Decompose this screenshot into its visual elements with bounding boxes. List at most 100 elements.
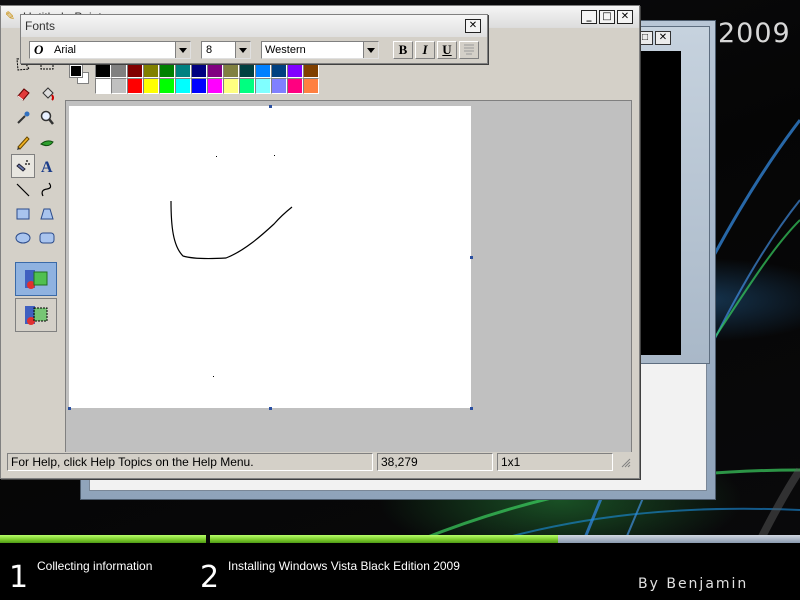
airbrush-tool[interactable] xyxy=(11,154,35,178)
step2-label: Installing Windows Vista Black Edition 2… xyxy=(228,559,460,573)
text-a-icon: A xyxy=(41,159,53,175)
font-size-dropdown[interactable]: 8 xyxy=(201,41,251,59)
step2-progress-bar xyxy=(210,535,800,543)
paint-bucket-icon xyxy=(42,87,54,101)
background-console-window[interactable]: □ ✕ xyxy=(632,26,710,364)
pencil-icon xyxy=(17,136,30,150)
ellipse-tool[interactable] xyxy=(11,226,35,250)
palette-swatch[interactable] xyxy=(271,78,287,94)
palette-swatch[interactable] xyxy=(223,78,239,94)
pencil-tool[interactable] xyxy=(11,130,35,154)
palette-swatch[interactable] xyxy=(223,62,239,78)
bold-button[interactable]: B xyxy=(393,41,413,59)
palette-swatch[interactable] xyxy=(143,78,159,94)
palette-swatch[interactable] xyxy=(271,62,287,78)
status-selection-size: 1x1 xyxy=(497,453,613,471)
resize-grip-icon[interactable] xyxy=(619,456,631,468)
close-icon[interactable]: ✕ xyxy=(655,31,671,45)
palette-swatch[interactable] xyxy=(127,78,143,94)
palette-swatch[interactable] xyxy=(111,62,127,78)
resize-handle[interactable] xyxy=(269,407,272,410)
status-coordinates: 38,279 xyxy=(377,453,493,471)
palette-swatch[interactable] xyxy=(207,62,223,78)
eraser-tool[interactable] xyxy=(11,82,35,106)
polygon-tool[interactable] xyxy=(35,202,59,226)
palette-swatch[interactable] xyxy=(287,62,303,78)
chevron-down-icon[interactable] xyxy=(363,42,378,58)
palette-swatch[interactable] xyxy=(239,62,255,78)
rounded-rectangle-tool[interactable] xyxy=(35,226,59,250)
fonts-close-button[interactable]: ✕ xyxy=(465,19,481,33)
close-icon: ✕ xyxy=(620,11,630,22)
pick-color-tool[interactable] xyxy=(11,106,35,130)
line-icon xyxy=(16,183,30,197)
text-tool[interactable]: A xyxy=(35,154,59,178)
magnifier-icon xyxy=(40,110,54,125)
console-body xyxy=(639,51,681,355)
shapes-opaque-icon xyxy=(25,270,48,289)
vertical-text-button[interactable] xyxy=(459,41,479,59)
canvas-scroll-area[interactable] xyxy=(65,100,632,453)
fonts-toolbar[interactable]: Fonts ✕ O Arial 8 Western B I U xyxy=(20,14,488,64)
resize-handle[interactable] xyxy=(470,256,473,259)
palette-swatch[interactable] xyxy=(111,78,127,94)
palette-swatches xyxy=(95,62,319,94)
drawing-canvas[interactable] xyxy=(69,106,471,408)
font-name-dropdown[interactable]: O Arial xyxy=(29,41,191,59)
palette-swatch[interactable] xyxy=(255,78,271,94)
status-bar: For Help, click Help Topics on the Help … xyxy=(7,452,633,472)
palette-swatch[interactable] xyxy=(239,78,255,94)
paint-window[interactable]: ✎ Untitled - Paint _ □ ✕ xyxy=(0,5,640,479)
chevron-down-icon[interactable] xyxy=(235,42,250,58)
palette-swatch[interactable] xyxy=(175,78,191,94)
brush-icon xyxy=(40,140,54,147)
palette-swatch[interactable] xyxy=(191,78,207,94)
palette-swatch[interactable] xyxy=(207,78,223,94)
fill-tool[interactable] xyxy=(35,82,59,106)
airbrush-icon xyxy=(16,160,30,172)
step1-progress-bar xyxy=(0,535,206,543)
palette-swatch[interactable] xyxy=(191,62,207,78)
brush-tool[interactable] xyxy=(35,130,59,154)
palette-swatch[interactable] xyxy=(287,78,303,94)
author-credit: By Benjamin xyxy=(638,576,749,592)
curve-icon xyxy=(41,182,52,197)
palette-swatch[interactable] xyxy=(303,78,319,94)
italic-button[interactable]: I xyxy=(415,41,435,59)
step1-label: Collecting information xyxy=(37,559,153,573)
resize-handle[interactable] xyxy=(269,105,272,108)
palette-swatch[interactable] xyxy=(175,62,191,78)
close-button[interactable]: ✕ xyxy=(617,10,633,24)
palette-swatch[interactable] xyxy=(95,78,111,94)
palette-swatch[interactable] xyxy=(303,62,319,78)
opaque-background-option[interactable] xyxy=(15,262,57,296)
curve-tool[interactable] xyxy=(35,178,59,202)
current-colors[interactable] xyxy=(67,62,93,92)
status-help-text: For Help, click Help Topics on the Help … xyxy=(7,453,373,471)
palette-swatch[interactable] xyxy=(127,62,143,78)
palette-swatch[interactable] xyxy=(159,62,175,78)
palette-swatch[interactable] xyxy=(143,62,159,78)
minimize-button[interactable]: _ xyxy=(581,10,597,24)
fonts-titlebar[interactable]: Fonts ✕ xyxy=(21,15,487,37)
rectangle-tool[interactable] xyxy=(11,202,35,226)
toolbox: A xyxy=(7,52,63,448)
palette-swatch[interactable] xyxy=(159,78,175,94)
rounded-rectangle-icon xyxy=(39,232,55,244)
transparent-background-option[interactable] xyxy=(15,298,57,332)
chevron-down-icon[interactable] xyxy=(175,42,190,58)
palette-swatch[interactable] xyxy=(95,62,111,78)
resize-handle[interactable] xyxy=(68,407,71,410)
font-script-value: Western xyxy=(265,44,306,56)
underline-button[interactable]: U xyxy=(437,41,457,59)
maximize-button[interactable]: □ xyxy=(599,10,615,24)
resize-handle[interactable] xyxy=(470,407,473,410)
minimize-icon: _ xyxy=(586,11,592,22)
ellipse-icon xyxy=(15,232,31,244)
shapes-transparent-icon xyxy=(25,306,48,325)
font-script-dropdown[interactable]: Western xyxy=(261,41,379,59)
magnifier-tool[interactable] xyxy=(35,106,59,130)
foreground-color-swatch xyxy=(69,64,83,78)
palette-swatch[interactable] xyxy=(255,62,271,78)
line-tool[interactable] xyxy=(11,178,35,202)
